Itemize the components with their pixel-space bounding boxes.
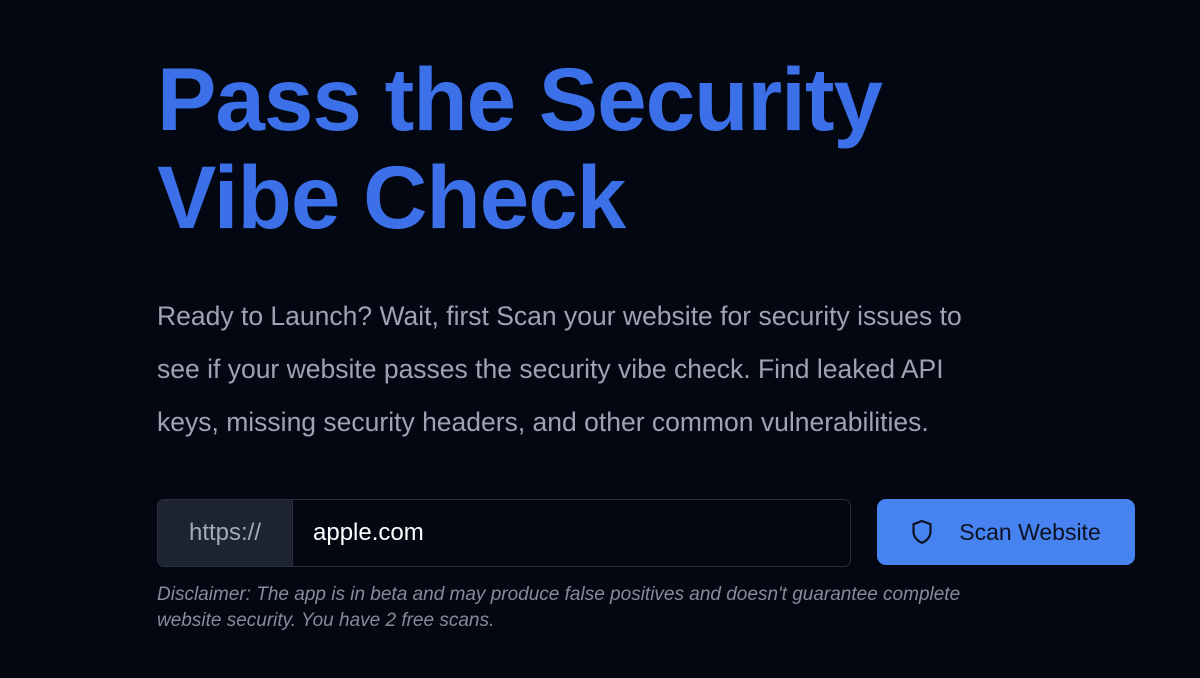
url-prefix: https:// <box>158 500 293 566</box>
page-title-line-2: Vibe Check <box>157 147 626 247</box>
hero-description: Ready to Launch? Wait, first Scan your w… <box>157 290 1157 449</box>
page-title-line-1: Pass the Security <box>157 49 883 149</box>
description-line-2: see if your website passes the security … <box>157 354 944 384</box>
shield-icon <box>911 519 933 545</box>
scan-website-button-label: Scan Website <box>959 518 1101 545</box>
disclaimer-line-1: Disclaimer: The app is in beta and may p… <box>157 584 961 605</box>
description-line-3: keys, missing security headers, and othe… <box>157 407 929 437</box>
url-input-group: https:// <box>157 499 851 567</box>
scan-form: https:// Scan Website <box>157 499 1137 567</box>
page-title: Pass the Security Vibe Check <box>157 50 1157 246</box>
disclaimer: Disclaimer: The app is in beta and may p… <box>157 582 1157 634</box>
description-line-1: Ready to Launch? Wait, first Scan your w… <box>157 301 962 331</box>
disclaimer-line-2: website security. You have 2 free scans. <box>157 610 495 631</box>
url-input[interactable] <box>293 500 850 566</box>
scan-website-button[interactable]: Scan Website <box>877 499 1135 565</box>
